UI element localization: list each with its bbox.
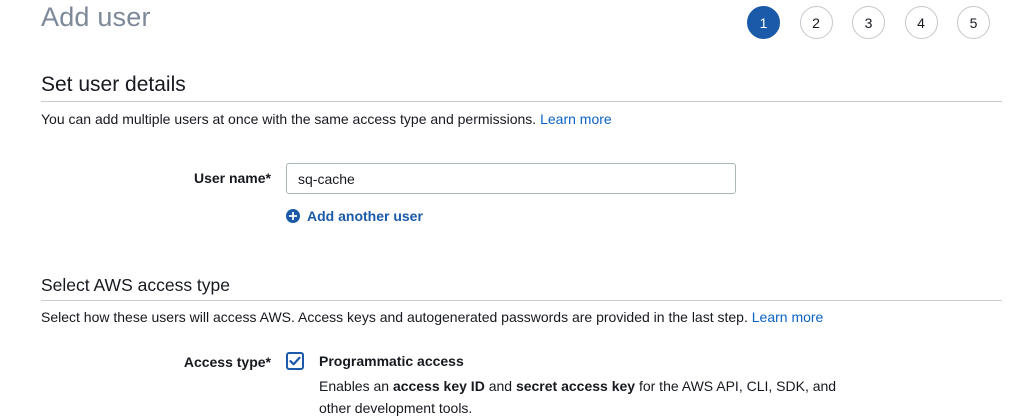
step-2[interactable]: 2 [799, 6, 833, 39]
username-input[interactable] [286, 163, 736, 194]
learn-more-link[interactable]: Learn more [540, 111, 612, 127]
programmatic-access-title: Programmatic access [319, 353, 464, 369]
programmatic-access-checkbox[interactable] [286, 352, 304, 370]
add-another-user-label: Add another user [307, 208, 423, 224]
access-type-label: Access type* [183, 354, 271, 370]
step-5[interactable]: 5 [957, 6, 990, 39]
username-label: User name* [193, 170, 271, 186]
option-desc-text: Enables an [319, 378, 390, 394]
option-desc-bold: access key ID [392, 378, 485, 394]
wizard-steps: 1 2 3 4 5 [747, 6, 1010, 39]
page-title: Add user [41, 2, 151, 32]
option-desc-bold: secret access key [515, 378, 636, 394]
programmatic-access-description: Enables an access key ID and secret acce… [319, 375, 859, 419]
access-type-description-text: Select how these users will access AWS. … [41, 309, 748, 325]
step-1[interactable]: 1 [747, 6, 780, 39]
access-type-description: Select how these users will access AWS. … [41, 309, 823, 325]
section-divider [41, 101, 1002, 102]
section-divider [41, 300, 1002, 301]
step-3[interactable]: 3 [852, 6, 885, 39]
option-desc-text: and [488, 378, 513, 394]
user-details-description-text: You can add multiple users at once with … [41, 111, 537, 127]
user-details-description: You can add multiple users at once with … [41, 111, 612, 127]
step-4[interactable]: 4 [904, 6, 938, 39]
set-user-details-heading: Set user details [41, 73, 186, 96]
select-access-type-heading: Select AWS access type [41, 275, 231, 295]
checkmark-icon [289, 356, 301, 366]
add-another-user-button[interactable]: Add another user [286, 208, 423, 224]
plus-circle-icon [286, 209, 300, 223]
learn-more-link[interactable]: Learn more [752, 309, 824, 325]
